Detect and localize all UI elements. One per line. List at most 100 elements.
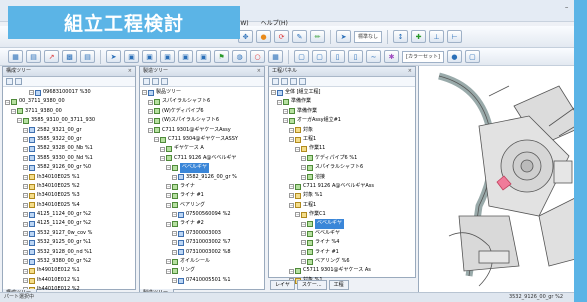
expand-toggle-icon[interactable]: − [5, 99, 10, 105]
expand-toggle-icon[interactable]: − [166, 268, 171, 274]
expand-toggle-icon[interactable]: − [11, 108, 16, 114]
tree-row[interactable]: − 4125_1124_00_gr %2 [5, 219, 135, 228]
tree-row[interactable]: − 4125_1124_00_gr %2 [5, 210, 135, 219]
expand-toggle-icon[interactable]: − [283, 108, 288, 114]
expand-toggle-icon[interactable]: − [301, 165, 306, 171]
expand-toggle-icon[interactable]: − [277, 99, 282, 105]
expand-toggle-icon[interactable]: − [166, 202, 171, 208]
delete-icon[interactable] [281, 78, 288, 85]
expand-toggle-icon[interactable]: − [23, 231, 28, 237]
tree-row[interactable]: − ライナ %4 [271, 238, 415, 247]
tree-row[interactable]: − 3532_9128_00_nd %1 [5, 248, 135, 257]
expand-toggle-icon[interactable]: − [283, 118, 288, 124]
expand-toggle-icon[interactable]: − [154, 137, 159, 143]
expand-icon[interactable] [6, 78, 13, 85]
color-set-select[interactable]: [カラーセット] [402, 50, 444, 63]
expand-toggle-icon[interactable]: − [23, 127, 28, 133]
expand-toggle-icon[interactable]: − [301, 231, 306, 237]
box2-icon[interactable]: ▣ [142, 50, 157, 63]
box3-icon[interactable]: ▣ [160, 50, 175, 63]
expand-toggle-icon[interactable]: − [301, 259, 306, 265]
expand-toggle-icon[interactable]: − [23, 193, 28, 199]
expand-toggle-icon[interactable]: − [23, 249, 28, 255]
edit-tool-icon[interactable]: ✎ [292, 30, 307, 43]
minimize-icon[interactable]: – [565, 3, 569, 11]
tab-layer[interactable]: レイヤ [270, 280, 295, 290]
tree-row[interactable]: − 07310003002 %7 [142, 238, 264, 247]
box5-icon[interactable]: ▣ [196, 50, 211, 63]
tree-row[interactable]: − 2582_9321_00_gr [5, 126, 135, 135]
expand-toggle-icon[interactable]: − [295, 212, 300, 218]
tree-row[interactable]: − 3532_9127_0w_cov % [5, 229, 135, 238]
stop-icon[interactable]: ○ [250, 50, 265, 63]
tree-row[interactable]: − ライナ #1 [271, 248, 415, 257]
copy-icon[interactable] [290, 78, 297, 85]
arrow-icon[interactable]: ↗ [44, 50, 59, 63]
view1-icon[interactable]: ▢ [294, 50, 309, 63]
tree-row[interactable]: − (W)スパイラルシャフト6 [142, 116, 264, 125]
cylinder-icon[interactable]: ▯ [330, 50, 345, 63]
tree-row[interactable]: − 3585_9310_00_3711_930 [5, 116, 135, 125]
box4-icon[interactable]: ▣ [178, 50, 193, 63]
expand-toggle-icon[interactable]: − [148, 99, 153, 105]
expand-toggle-icon[interactable]: − [301, 240, 306, 246]
file-new-icon[interactable]: ▦ [8, 50, 23, 63]
delete-icon[interactable] [152, 78, 159, 85]
cube-icon[interactable]: ▢ [464, 50, 480, 63]
tree-row[interactable]: − 対象 %1 [271, 191, 415, 200]
expand-toggle-icon[interactable]: − [172, 212, 177, 218]
tree-row[interactable]: − リング [142, 266, 264, 275]
view-select[interactable]: 標準なし [354, 30, 383, 43]
tree-row[interactable]: − 対象 [271, 126, 415, 135]
cylinder2-icon[interactable]: ▯ [348, 50, 363, 63]
expand-toggle-icon[interactable]: − [166, 259, 171, 265]
tree-row[interactable]: − ライナ #1 [142, 191, 264, 200]
3d-viewport[interactable] [418, 66, 587, 292]
tree-row[interactable]: − ベアリング [142, 201, 264, 210]
expand-toggle-icon[interactable]: − [23, 212, 28, 218]
expand-toggle-icon[interactable]: − [160, 155, 165, 161]
tree-row[interactable]: − 3532_9125_00_gr %1 [5, 238, 135, 247]
expand-toggle-icon[interactable]: − [172, 174, 177, 180]
tree-row[interactable]: − ベベルギヤ [271, 219, 415, 229]
expand-toggle-icon[interactable]: − [23, 184, 28, 190]
sphere-icon[interactable]: ● [446, 50, 462, 63]
tree-row[interactable]: − 全体 [組立工程] [271, 88, 415, 97]
expand-toggle-icon[interactable]: − [289, 193, 294, 199]
tree-row[interactable]: − lh34010E025 %1 [5, 173, 135, 182]
collapse-icon[interactable] [15, 78, 22, 85]
tab-process[interactable]: 工程 [328, 280, 349, 290]
tree-row[interactable]: − 3532_9380_00_gr %2 [5, 257, 135, 266]
tree-row[interactable]: − ベベルギヤ [271, 229, 415, 238]
tree-row[interactable]: − lh34010E025 %3 [5, 191, 135, 200]
tree-row[interactable]: − (W)ケディパイプ6 [142, 107, 264, 116]
tree-row[interactable]: − 3585_9322_00_gr [5, 135, 135, 144]
tree-row[interactable]: − C711 9301@ギヤケースAssy [142, 126, 264, 135]
tree-row[interactable]: − 3711_9380_00 [5, 107, 135, 116]
expand-toggle-icon[interactable]: − [29, 90, 34, 96]
expand-toggle-icon[interactable]: − [295, 146, 300, 152]
expand-toggle-icon[interactable]: − [289, 137, 294, 143]
tree-row[interactable]: − C711 9304@ギヤケースASSY [142, 135, 264, 144]
section-icon[interactable]: ◍ [232, 50, 247, 63]
flag-icon[interactable]: ⚑ [214, 50, 229, 63]
tree-row[interactable]: − 準備作業 [271, 107, 415, 116]
tree-row[interactable]: − オイルシール [142, 257, 264, 266]
light-tool-icon[interactable]: ● [256, 30, 271, 43]
tree-row[interactable]: − 07500560094 %2 [142, 210, 264, 219]
expand-toggle-icon[interactable]: − [142, 90, 147, 96]
expand-toggle-icon[interactable]: − [23, 268, 28, 274]
tree-row[interactable]: − ベアリング %6 [271, 257, 415, 266]
tree-row[interactable]: − lh49010E012 %1 [5, 266, 135, 275]
tree-row[interactable]: − lh34010E025 %4 [5, 201, 135, 210]
expand-toggle-icon[interactable]: − [23, 278, 28, 283]
tree-row[interactable]: − 07410005501 %1 [142, 276, 264, 285]
tree-row[interactable]: − 07300003003 [142, 229, 264, 238]
expand-toggle-icon[interactable]: − [148, 127, 153, 133]
pencil-tool-icon[interactable]: ✏ [310, 30, 325, 43]
link-icon[interactable]: ∼ [366, 50, 381, 63]
add-icon[interactable] [143, 78, 150, 85]
expand-toggle-icon[interactable]: − [172, 240, 177, 246]
paste-icon[interactable] [299, 78, 306, 85]
tree-row[interactable]: − 07310003002 %8 [142, 248, 264, 257]
